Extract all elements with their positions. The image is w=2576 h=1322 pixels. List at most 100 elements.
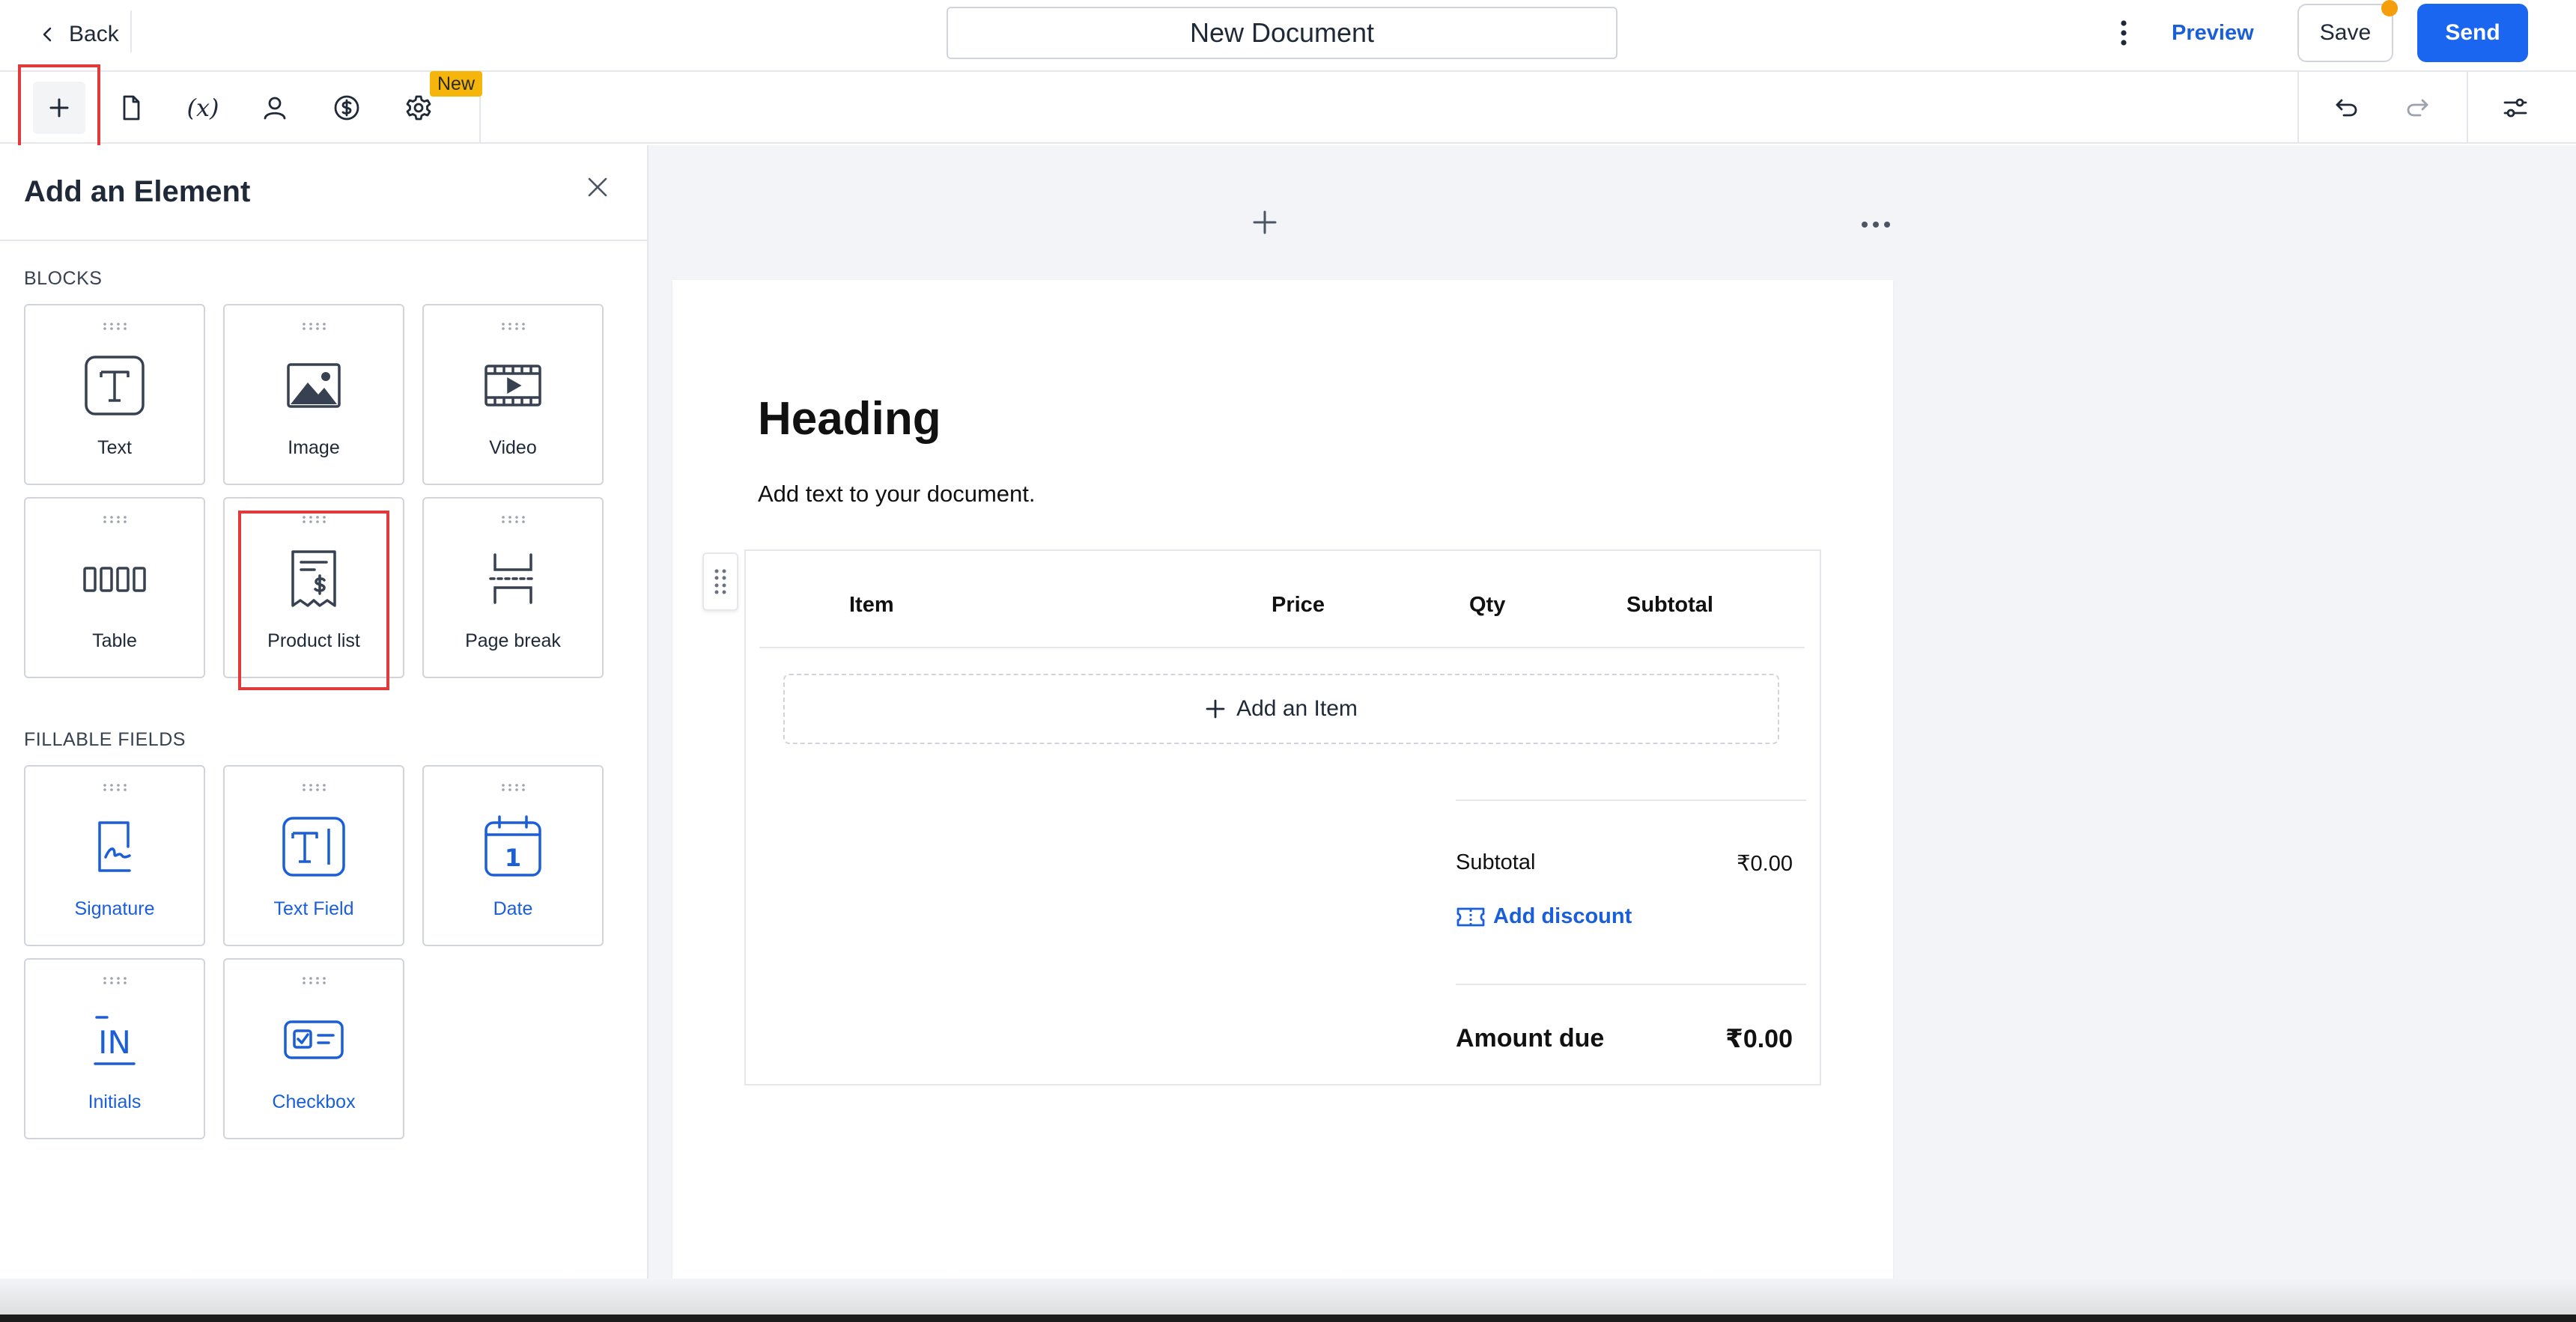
svg-text:1: 1 [505, 844, 521, 872]
add-block-plus-icon[interactable] [1246, 204, 1284, 241]
drag-grip-icon [502, 784, 525, 791]
tile-label: Initials [88, 1091, 142, 1112]
add-element-panel: Add an Element BLOCKS Text Image Video T… [0, 145, 648, 1322]
add-discount-label: Add discount [1493, 904, 1632, 928]
document-icon [123, 95, 140, 121]
tile-label: Table [92, 630, 137, 651]
ticket-icon [1456, 907, 1485, 926]
image-icon [287, 363, 341, 408]
text-icon [85, 356, 145, 415]
text-field-icon [282, 817, 345, 877]
signature-icon [98, 821, 131, 872]
page-more-options-icon[interactable] [1857, 210, 1895, 240]
checkbox-icon [284, 1020, 344, 1059]
drag-grip-icon [303, 516, 326, 523]
redo-icon [2407, 99, 2428, 117]
more-options-icon[interactable] [2109, 16, 2139, 49]
drag-grip-icon [303, 977, 326, 984]
divider [759, 647, 1805, 648]
initials-icon: IN [94, 1016, 136, 1065]
document-settings-button[interactable] [2489, 82, 2542, 134]
window-bottom-bar [0, 1315, 2576, 1322]
tile-label: Image [288, 437, 340, 458]
document-body-text[interactable]: Add text to your document. [758, 481, 1036, 508]
pricing-button[interactable] [321, 82, 373, 134]
page-break-icon [489, 553, 537, 604]
back-button[interactable]: Back [39, 15, 119, 54]
image-block-tile[interactable]: Image [223, 304, 404, 485]
column-header-qty: Qty [1469, 593, 1506, 617]
variable-icon: (x) [186, 94, 219, 122]
subtotal-label: Subtotal [1456, 850, 1536, 874]
text-field-tile[interactable]: Text Field [223, 765, 404, 946]
preview-button[interactable]: Preview [2172, 13, 2254, 52]
document-button[interactable] [105, 82, 157, 134]
column-header-price: Price [1272, 593, 1325, 617]
blocks-section-label: BLOCKS [24, 268, 103, 289]
variables-button[interactable]: (x) [177, 82, 229, 134]
amount-due-value: ₹0.00 [1725, 1025, 1793, 1053]
editor-toolbar: (x) [0, 72, 2576, 144]
product-list-icon [291, 550, 336, 607]
add-discount-button[interactable]: Add discount [1456, 904, 1632, 929]
video-icon [484, 365, 541, 406]
drag-grip-icon [103, 784, 127, 791]
svg-text:IN: IN [98, 1024, 131, 1061]
tile-label: Text [97, 437, 132, 458]
top-header: Back New Document Preview Save Send [0, 0, 2576, 72]
divider [1456, 984, 1806, 985]
checkbox-field-tile[interactable]: Checkbox [223, 958, 404, 1139]
save-button[interactable]: Save [2297, 4, 2393, 62]
tile-label: Text Field [273, 898, 354, 919]
initials-field-tile[interactable]: IN Initials [24, 958, 205, 1139]
dollar-icon [334, 95, 359, 121]
notification-dot [2381, 0, 2398, 16]
column-header-item: Item [849, 593, 894, 617]
undo-button[interactable] [2320, 82, 2372, 134]
drag-grip-icon [502, 323, 525, 330]
table-icon [83, 567, 146, 592]
tile-label: Date [493, 898, 533, 919]
settings-sliders-icon [2503, 98, 2527, 118]
add-element-button[interactable] [33, 82, 85, 134]
subtotal-value: ₹0.00 [1737, 852, 1793, 876]
drag-grip-icon [103, 323, 127, 330]
plus-icon [49, 98, 69, 118]
chevron-left-icon [43, 27, 52, 42]
drag-grip-icon [103, 977, 127, 984]
fillable-fields-section-label: FILLABLE FIELDS [24, 729, 186, 750]
table-block-tile[interactable]: Table [24, 497, 205, 678]
new-badge: New [430, 71, 483, 97]
recipients-button[interactable] [249, 82, 301, 134]
amount-due-label: Amount due [1456, 1024, 1605, 1053]
tile-label: Video [489, 437, 537, 458]
divider [1456, 799, 1806, 801]
tile-label: Checkbox [272, 1091, 356, 1112]
tile-label: Product list [267, 630, 360, 651]
tile-label: Page break [465, 630, 561, 651]
document-heading[interactable]: Heading [758, 392, 941, 445]
product-list-block-tile[interactable]: Product list [223, 497, 404, 678]
tile-label: Signature [74, 898, 155, 919]
block-drag-handle-icon[interactable] [702, 552, 738, 611]
drag-grip-icon [502, 516, 525, 523]
close-icon[interactable] [581, 171, 614, 204]
document-title-input[interactable]: New Document [947, 7, 1617, 59]
toolbar-divider [2297, 72, 2299, 142]
back-label: Back [69, 22, 119, 46]
divider [0, 240, 647, 241]
panel-title: Add an Element [24, 175, 251, 208]
text-block-tile[interactable]: Text [24, 304, 205, 485]
page-break-block-tile[interactable]: Page break [422, 497, 604, 678]
add-item-button[interactable]: Add an Item [783, 674, 1779, 744]
date-field-tile[interactable]: 1 Date [422, 765, 604, 946]
drag-grip-icon [103, 516, 127, 523]
redo-button[interactable] [2392, 82, 2444, 134]
gear-icon [406, 95, 431, 121]
toolbar-divider [2467, 72, 2468, 142]
send-button[interactable]: Send [2417, 4, 2528, 62]
video-block-tile[interactable]: Video [422, 304, 604, 485]
undo-icon [2336, 99, 2357, 117]
product-list-block[interactable] [744, 549, 1821, 1085]
signature-field-tile[interactable]: Signature [24, 765, 205, 946]
